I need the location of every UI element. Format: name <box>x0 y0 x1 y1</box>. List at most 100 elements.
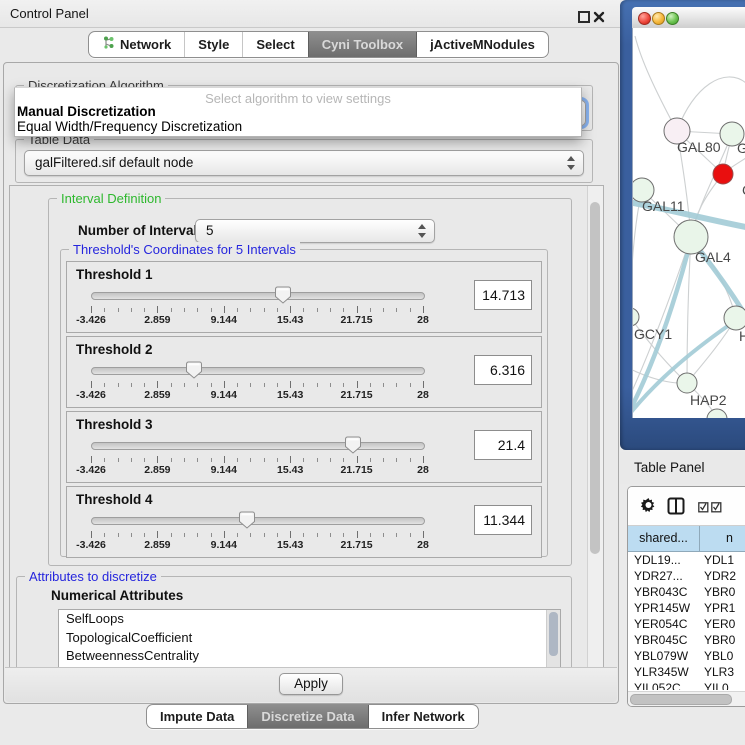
settings-scrollbar-thumb[interactable] <box>590 202 600 554</box>
gear-icon[interactable] <box>640 497 657 519</box>
tick-mark <box>303 533 304 537</box>
cell-name[interactable]: YDL1 <box>699 552 745 568</box>
table-row[interactable]: YER054CYER0 <box>628 616 745 632</box>
threshold-value-field[interactable]: 11.344 <box>474 505 532 535</box>
list-scrollbar[interactable] <box>546 610 560 671</box>
tick-mark <box>277 383 278 387</box>
slider-thumb[interactable] <box>345 436 361 454</box>
column-header-shared-name[interactable]: shared... <box>628 526 700 551</box>
table-row[interactable]: YIL052CYIL0 <box>628 680 745 690</box>
scale-label: 15.43 <box>277 314 303 326</box>
stepper-icon <box>566 156 574 170</box>
zoom-traffic-light-icon[interactable] <box>666 12 679 25</box>
attribute-list-item[interactable]: TopologicalCoefficient <box>59 629 560 648</box>
node-red-selected[interactable] <box>713 164 733 184</box>
cell-shared-name[interactable]: YBR043C <box>628 584 699 600</box>
table-row[interactable]: YBL079WYBL0 <box>628 648 745 664</box>
cell-name[interactable]: YLR3 <box>699 664 745 680</box>
cell-name[interactable]: YBL0 <box>699 648 745 664</box>
close-icon[interactable] <box>593 10 605 22</box>
attribute-list-item[interactable]: SelfLoops <box>59 610 560 629</box>
minimize-traffic-light-icon[interactable] <box>652 12 665 25</box>
select-columns-icon[interactable] <box>698 500 722 518</box>
node-hap2[interactable] <box>677 373 697 393</box>
slider-thumb[interactable] <box>275 286 291 304</box>
slider-thumb[interactable] <box>186 361 202 379</box>
cyni-toolbox-panel: Discretization Algorithm Table Data galF… <box>3 62 619 704</box>
cell-shared-name[interactable]: YIL052C <box>628 680 699 690</box>
threshold-value-field[interactable]: 21.4 <box>474 430 532 460</box>
apply-button[interactable]: Apply <box>279 673 343 695</box>
tab-style[interactable]: Style <box>184 32 242 57</box>
cell-shared-name[interactable]: YDL19... <box>628 552 699 568</box>
scale-label: 21.715 <box>341 389 373 401</box>
cell-shared-name[interactable]: YLR345W <box>628 664 699 680</box>
tab-jactivemnodules[interactable]: jActiveMNodules <box>417 32 548 57</box>
cell-shared-name[interactable]: YER054C <box>628 616 699 632</box>
tab-select[interactable]: Select <box>242 32 307 57</box>
close-traffic-light-icon[interactable] <box>638 12 651 25</box>
threshold-slider[interactable]: -3.4262.8599.14415.4321.71528 <box>91 511 423 551</box>
table-row[interactable]: YBR045CYBR0 <box>628 632 745 648</box>
slider-track[interactable] <box>91 367 425 375</box>
float-window-icon[interactable] <box>578 11 590 23</box>
numerical-attributes-label: Numerical Attributes <box>51 588 183 603</box>
tab-network[interactable]: Network <box>89 32 184 57</box>
table-hscrollbar-thumb[interactable] <box>630 694 732 705</box>
network-window-titlebar[interactable] <box>632 7 745 29</box>
tab-cyni-toolbox[interactable]: Cyni Toolbox <box>308 32 417 57</box>
cell-name[interactable]: YDR2 <box>699 568 745 584</box>
table-row[interactable]: YLR345WYLR3 <box>628 664 745 680</box>
split-panel-icon[interactable] <box>667 497 685 520</box>
popup-option-manual-discretization[interactable]: Manual Discretization <box>17 104 156 119</box>
popup-option-equal-width-frequency[interactable]: Equal Width/Frequency Discretization <box>17 119 242 134</box>
tick-mark <box>104 458 105 462</box>
network-canvas[interactable]: GAL80 G C GAL11 GAL4 GCY1 H HAP2 <box>632 28 745 418</box>
node-gcy1[interactable] <box>633 308 639 326</box>
table-row[interactable]: YDL19...YDL1 <box>628 552 745 568</box>
threshold-value-field[interactable]: 6.316 <box>474 355 532 385</box>
tab-discretize-data[interactable]: Discretize Data <box>247 705 368 728</box>
node-right[interactable] <box>724 306 745 330</box>
slider-track[interactable] <box>91 517 425 525</box>
tab-infer-network[interactable]: Infer Network <box>369 705 478 728</box>
list-scrollbar-thumb[interactable] <box>549 612 558 656</box>
attribute-list-item[interactable]: BetweennessCentrality <box>59 647 560 666</box>
cell-shared-name[interactable]: YBR045C <box>628 632 699 648</box>
table-hscrollbar[interactable] <box>628 691 745 706</box>
scale-label: 9.144 <box>211 539 237 551</box>
slider-track[interactable] <box>91 442 425 450</box>
table-data-combobox[interactable]: galFiltered.sif default node <box>24 150 584 176</box>
threshold-slider[interactable]: -3.4262.8599.14415.4321.71528 <box>91 286 423 326</box>
column-header-name[interactable]: n <box>700 526 745 551</box>
slider-track[interactable] <box>91 292 425 300</box>
table-panel: shared... n YDL19...YDL1YDR27...YDR2YBR0… <box>627 486 745 707</box>
cell-shared-name[interactable]: YPR145W <box>628 600 699 616</box>
cell-name[interactable]: YIL0 <box>699 680 745 690</box>
scale-label: 21.715 <box>341 464 373 476</box>
threshold-value-field[interactable]: 14.713 <box>474 280 532 310</box>
threshold-slider[interactable]: -3.4262.8599.14415.4321.71528 <box>91 436 423 476</box>
tick-mark <box>343 458 344 462</box>
numerical-attributes-list[interactable]: SelfLoopsTopologicalCoefficientBetweenne… <box>58 609 561 671</box>
slider-thumb[interactable] <box>239 511 255 529</box>
threshold-slider[interactable]: -3.4262.8599.14415.4321.71528 <box>91 361 423 401</box>
cell-name[interactable]: YBR0 <box>699 632 745 648</box>
tick-mark <box>211 383 212 387</box>
scale-label: 28 <box>417 464 429 476</box>
cell-name[interactable]: YPR1 <box>699 600 745 616</box>
node-bottom[interactable] <box>707 409 727 418</box>
tick-mark <box>317 308 318 312</box>
tab-impute-data[interactable]: Impute Data <box>147 705 247 728</box>
settings-scrollbar[interactable] <box>587 186 603 670</box>
table-row[interactable]: YPR145WYPR1 <box>628 600 745 616</box>
tick-mark <box>131 383 132 387</box>
table-row[interactable]: YDR27...YDR2 <box>628 568 745 584</box>
table-row[interactable]: YBR043CYBR0 <box>628 584 745 600</box>
tick-mark <box>157 531 158 538</box>
cell-name[interactable]: YBR0 <box>699 584 745 600</box>
cell-shared-name[interactable]: YDR27... <box>628 568 699 584</box>
cell-shared-name[interactable]: YBL079W <box>628 648 699 664</box>
number-of-intervals-combobox[interactable]: 5 <box>195 219 435 243</box>
cell-name[interactable]: YER0 <box>699 616 745 632</box>
